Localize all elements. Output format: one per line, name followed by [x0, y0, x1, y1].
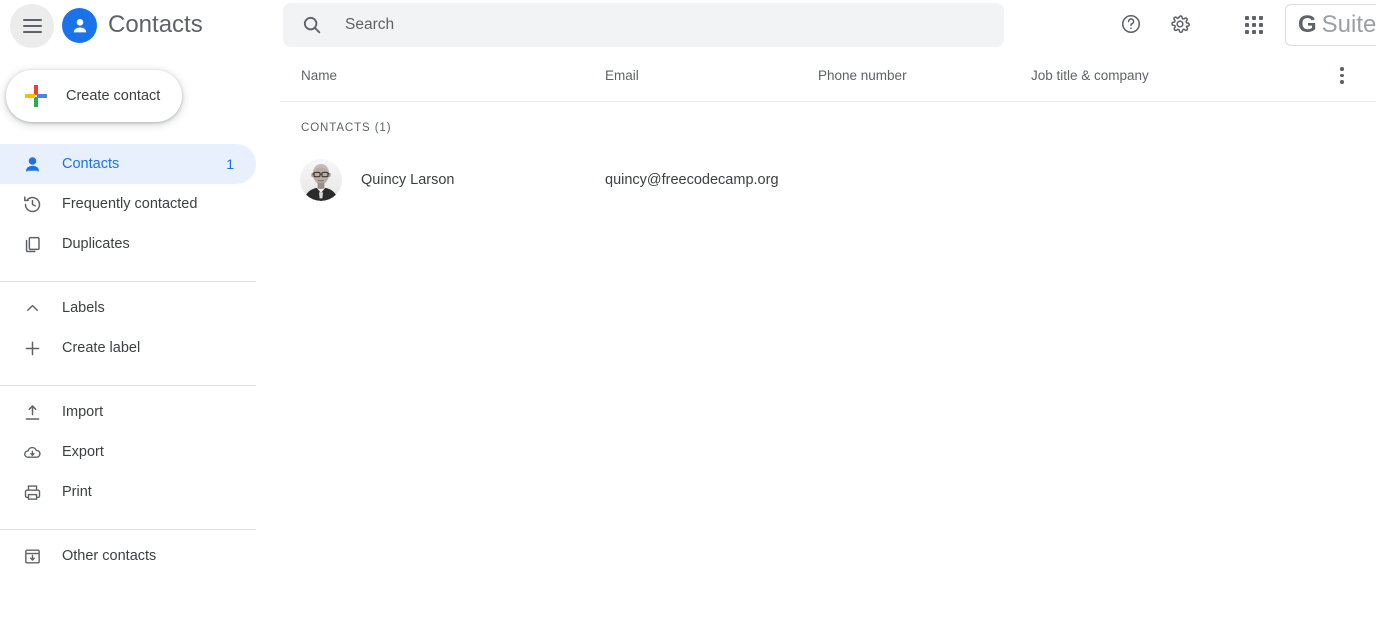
- create-contact-label: Create contact: [66, 88, 161, 104]
- sidebar-item-label: Export: [62, 444, 104, 460]
- table-header-row: Name Email Phone number Job title & comp…: [280, 50, 1376, 102]
- main-menu-button[interactable]: [10, 4, 54, 48]
- upload-icon: [20, 400, 44, 424]
- sidebar-item-print[interactable]: Print: [0, 472, 256, 512]
- contact-email: quincy@freecodecamp.org: [605, 172, 779, 188]
- gsuite-badge[interactable]: G Suite: [1285, 4, 1376, 46]
- contacts-table: Name Email Phone number Job title & comp…: [280, 50, 1376, 629]
- google-plus-icon: [24, 84, 48, 108]
- settings-button[interactable]: [1162, 7, 1198, 43]
- duplicate-pages-icon: [20, 232, 44, 256]
- more-vertical-icon[interactable]: [1330, 64, 1354, 88]
- cloud-download-icon: [20, 440, 44, 464]
- contacts-section-label: CONTACTS (1): [301, 122, 392, 134]
- plus-icon: [20, 336, 44, 360]
- search-input[interactable]: [345, 10, 965, 40]
- sidebar-item-import[interactable]: Import: [0, 392, 256, 432]
- sidebar-nav: Contacts 1 Frequently contacted Duplicat…: [0, 144, 280, 576]
- sidebar-item-label: Other contacts: [62, 548, 157, 564]
- sidebar-item-label: Contacts: [62, 156, 120, 172]
- column-header-email[interactable]: Email: [605, 68, 639, 83]
- avatar: [300, 159, 342, 201]
- contacts-app: Contacts Search G Suite Create contact C…: [0, 0, 1376, 629]
- archive-box-icon: [20, 544, 44, 568]
- sidebar-item-export[interactable]: Export: [0, 432, 256, 472]
- sidebar-item-label: Create label: [62, 340, 141, 356]
- table-row[interactable]: Quincy Larson quincy@freecodecamp.org: [280, 152, 1376, 208]
- history-clock-icon: [20, 192, 44, 216]
- top-bar: Contacts Search G Suite: [0, 0, 1376, 50]
- contact-name: Quincy Larson: [361, 172, 455, 188]
- sidebar: Create contact Contacts 1 Frequently con…: [0, 50, 280, 629]
- column-header-phone[interactable]: Phone number: [818, 68, 907, 83]
- contacts-person-logo-icon[interactable]: [62, 8, 97, 43]
- search-bar[interactable]: [283, 3, 1004, 47]
- search-icon: [301, 14, 323, 36]
- sidebar-item-create-label[interactable]: Create label: [0, 328, 256, 368]
- printer-icon: [20, 480, 44, 504]
- help-button[interactable]: [1113, 7, 1149, 43]
- sidebar-item-duplicates[interactable]: Duplicates: [0, 224, 256, 264]
- help-circle-icon: [1120, 13, 1142, 38]
- google-apps-button[interactable]: [1236, 7, 1272, 43]
- sidebar-item-other-contacts[interactable]: Other contacts: [0, 536, 256, 576]
- gsuite-g-letter: G: [1298, 11, 1317, 38]
- apps-grid-icon: [1245, 16, 1263, 34]
- column-header-name[interactable]: Name: [301, 68, 337, 83]
- gear-icon: [1169, 13, 1191, 38]
- sidebar-item-frequently-contacted[interactable]: Frequently contacted: [0, 184, 256, 224]
- sidebar-item-label: Frequently contacted: [62, 196, 198, 212]
- sidebar-item-contacts[interactable]: Contacts 1: [0, 144, 256, 184]
- chevron-up-icon: [20, 296, 44, 320]
- person-outline-icon: [20, 152, 44, 176]
- hamburger-icon: [22, 19, 42, 33]
- column-header-job-title[interactable]: Job title & company: [1031, 68, 1149, 83]
- create-contact-button[interactable]: Create contact: [6, 70, 182, 122]
- sidebar-item-labels[interactable]: Labels: [0, 288, 256, 328]
- sidebar-item-label: Duplicates: [62, 236, 130, 252]
- sidebar-item-label: Labels: [62, 300, 105, 316]
- gsuite-word: Suite: [1321, 11, 1376, 38]
- sidebar-item-label: Import: [62, 404, 104, 420]
- sidebar-item-label: Print: [62, 484, 92, 500]
- sidebar-item-count: 1: [226, 156, 234, 172]
- app-title: Contacts: [108, 11, 203, 38]
